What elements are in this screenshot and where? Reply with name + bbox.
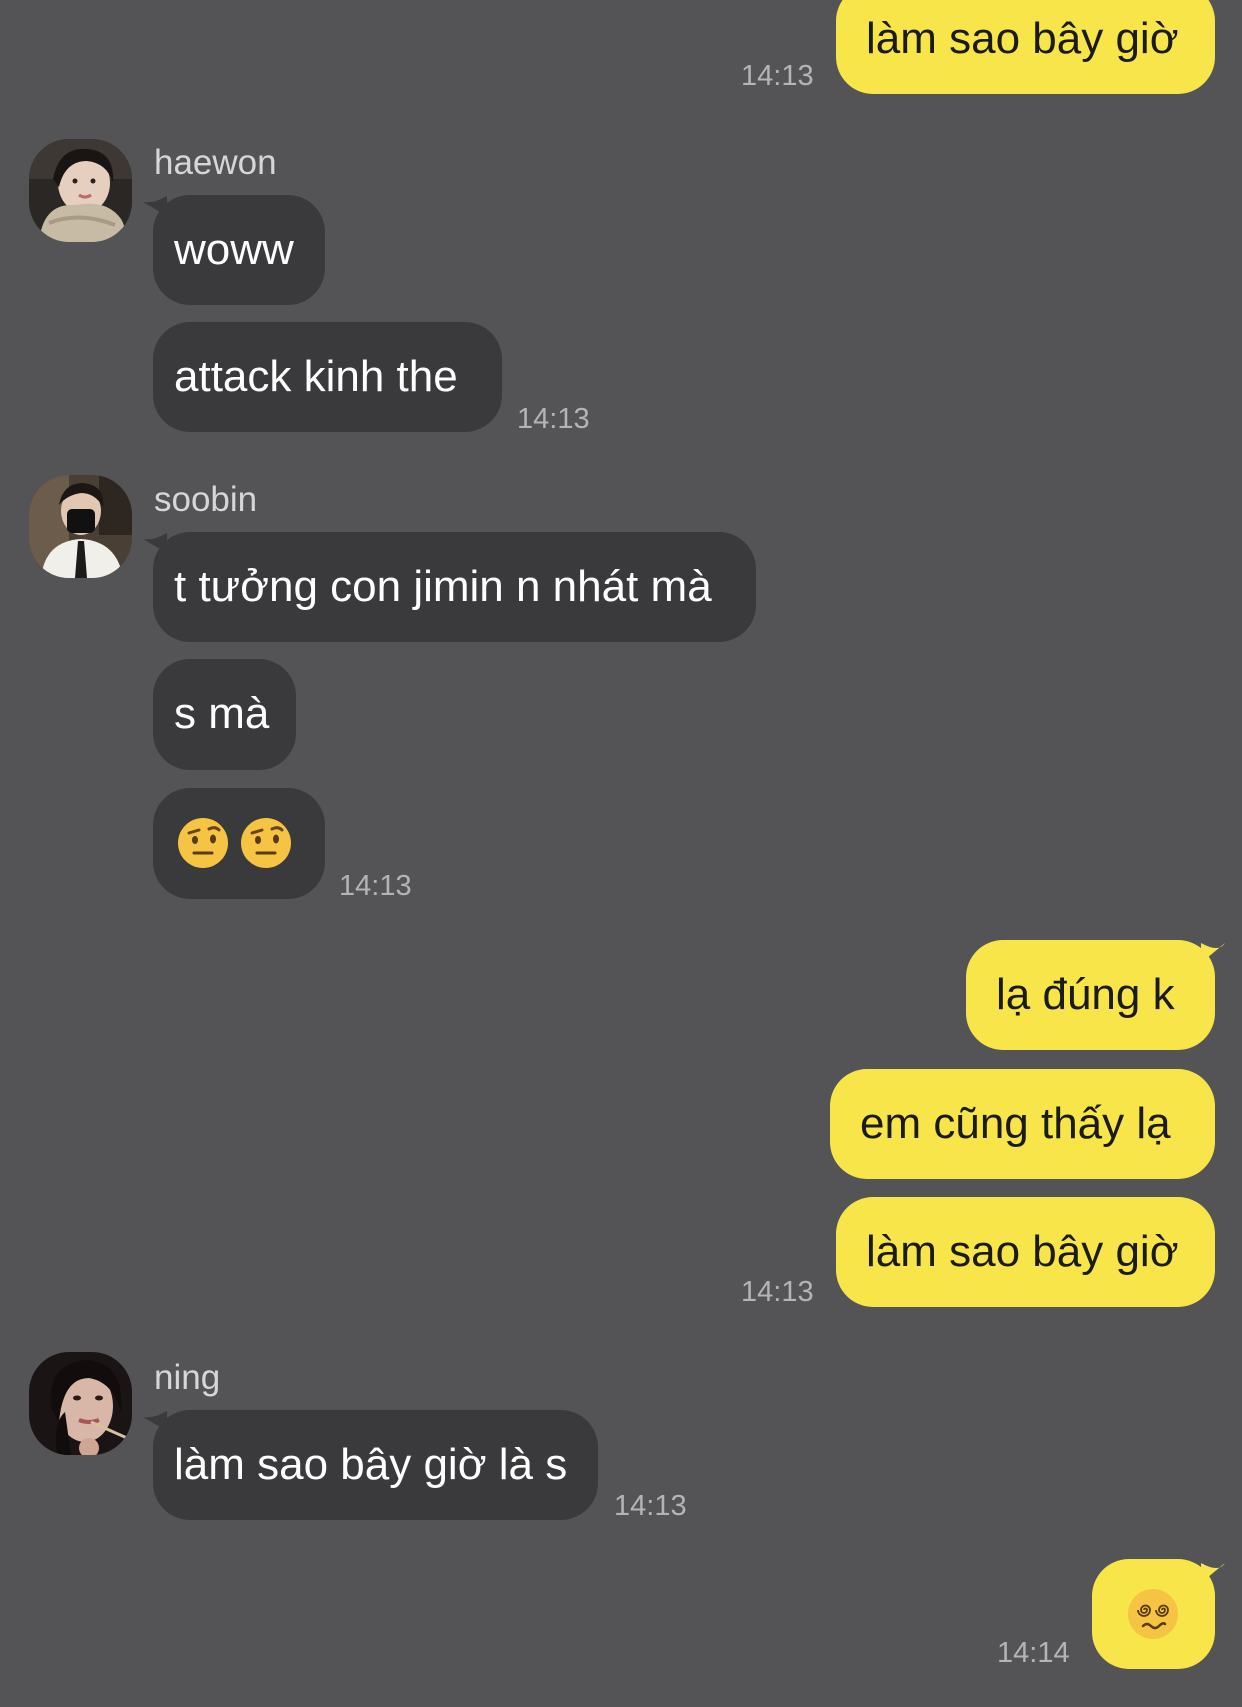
sender-name: ning	[154, 1358, 221, 1397]
outgoing-message[interactable]: làm sao bây giờ	[836, 0, 1215, 94]
message-text: t tưởng con jimin n nhát mà	[174, 562, 712, 611]
ning-avatar	[29, 1352, 132, 1455]
incoming-message[interactable]: woww	[153, 195, 325, 305]
avatar[interactable]	[29, 475, 132, 578]
message-text: làm sao bây giờ	[866, 1227, 1179, 1276]
incoming-message[interactable]: attack kinh the	[153, 322, 502, 432]
message-text: em cũng thấy lạ	[860, 1099, 1171, 1148]
message-text: làm sao bây giờ	[866, 14, 1179, 63]
dizzy-face-icon	[1128, 1589, 1178, 1639]
incoming-message[interactable]: làm sao bây giờ là s	[153, 1410, 598, 1520]
soobin-avatar	[29, 475, 132, 578]
message-text: s mà	[174, 689, 270, 738]
haewon-avatar	[29, 139, 132, 242]
message-text: woww	[174, 225, 294, 274]
outgoing-message[interactable]: lạ đúng k	[966, 940, 1215, 1050]
raised-eyebrow-face-icon	[178, 818, 228, 868]
message-timestamp: 14:13	[517, 403, 590, 435]
message-text: lạ đúng k	[996, 970, 1175, 1019]
message-timestamp: 14:14	[997, 1637, 1070, 1669]
outgoing-message[interactable]: em cũng thấy lạ	[830, 1069, 1215, 1179]
message-timestamp: 14:13	[339, 870, 412, 902]
chat-view: làm sao bây giờ 14:13 haewon woww attack…	[0, 0, 1242, 1707]
incoming-message[interactable]: s mà	[153, 659, 296, 770]
outgoing-emoji-message[interactable]	[1092, 1559, 1215, 1669]
avatar[interactable]	[29, 139, 132, 242]
message-timestamp: 14:13	[614, 1490, 687, 1522]
message-text: attack kinh the	[174, 352, 458, 401]
avatar[interactable]	[29, 1352, 132, 1455]
outgoing-message[interactable]: làm sao bây giờ	[836, 1197, 1215, 1307]
incoming-emoji-message[interactable]	[153, 788, 325, 899]
message-timestamp: 14:13	[741, 1276, 814, 1308]
sender-name: haewon	[154, 143, 277, 182]
sender-name: soobin	[154, 480, 258, 519]
message-timestamp: 14:13	[741, 60, 814, 92]
raised-eyebrow-face-icon	[241, 818, 291, 868]
message-text: làm sao bây giờ là s	[174, 1440, 568, 1489]
incoming-message[interactable]: t tưởng con jimin n nhát mà	[153, 532, 756, 642]
